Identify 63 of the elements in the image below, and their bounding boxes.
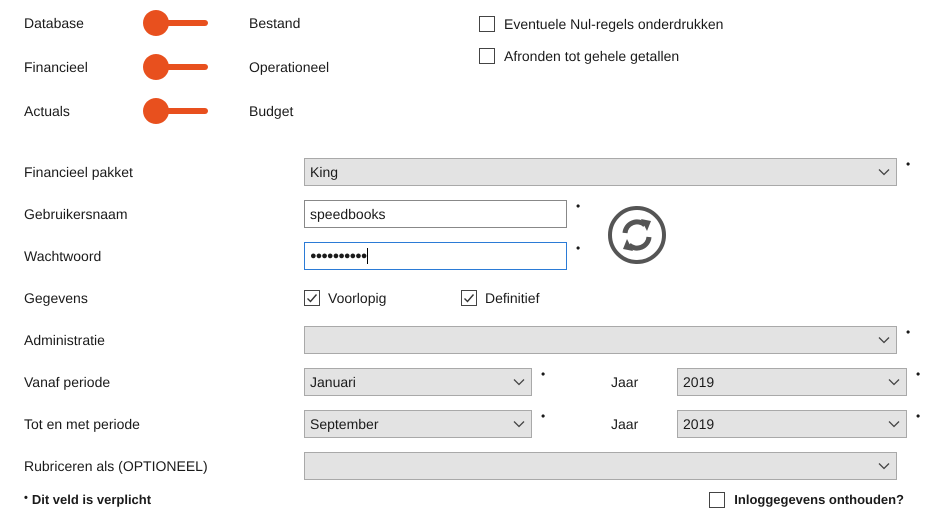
chevron-down-icon [888,378,900,386]
field-label: Tot en met periode [24,416,140,432]
checkbox[interactable] [709,492,726,508]
field-label: Jaar [611,416,638,432]
text-field[interactable]: ●●●●●●●●●● [304,242,567,270]
checkbox-label: Afronden tot gehele getallen [504,46,680,66]
checkbox-label: Voorlopig [328,288,386,308]
checkbox[interactable] [461,290,477,306]
required-mark: • [906,325,910,339]
checkbox[interactable] [479,16,495,32]
checkmark-icon [463,292,475,304]
refresh-icon[interactable] [607,205,667,265]
toggle-label: Budget [249,102,294,118]
toggle-label: Bestand [249,14,300,30]
dropdown[interactable]: King [304,158,897,186]
dropdown[interactable]: Januari [304,368,532,396]
checkmark-icon [306,292,318,304]
checkbox-label: Eventuele Nul-regels onderdrukken [504,14,724,34]
dropdown-value: September [310,416,378,432]
toggle-switch[interactable] [142,9,210,37]
toggle-switch[interactable] [142,53,210,81]
chevron-down-icon [878,336,890,344]
required-mark: • [916,367,920,381]
dropdown-value: Januari [310,374,356,390]
field-value: ●●●●●●●●●● [310,248,366,264]
field-label: Jaar [611,374,638,390]
checkbox-label: Inloggegevens onthouden? [734,491,904,509]
required-mark: • [916,409,920,423]
field-label: Administratie [24,332,105,348]
dropdown-value: King [310,164,338,180]
field-label: Vanaf periode [24,374,110,390]
required-note: Dit veld is verplicht [32,491,152,509]
toggle-switch[interactable] [142,97,210,125]
field-label: Financieel pakket [24,164,133,180]
text-field[interactable]: speedbooks [304,200,567,228]
chevron-down-icon [513,378,525,386]
field-label: Wachtwoord [24,248,102,264]
toggle-label: Actuals [24,102,70,118]
dropdown-value: 2019 [683,374,714,390]
dropdown-value: 2019 [683,416,714,432]
field-label: Gebruikersnaam [24,206,128,222]
field-value: speedbooks [310,204,386,224]
dropdown[interactable]: 2019 [677,410,907,438]
checkbox[interactable] [479,48,495,64]
chevron-down-icon [888,420,900,428]
checkbox[interactable] [304,290,320,306]
chevron-down-icon [878,168,890,176]
field-label: Rubriceren als (OPTIONEEL) [24,458,208,474]
dropdown[interactable]: September [304,410,532,438]
required-mark: • [576,199,580,213]
required-mark: • [541,409,546,423]
toggle-label: Financieel [24,58,88,74]
toggle-label: Database [24,14,84,30]
checkbox-label: Definitief [485,288,540,308]
dropdown[interactable]: 2019 [677,368,907,396]
required-mark: • [576,241,580,255]
toggle-label: Operationeel [249,58,330,74]
field-label: Gegevens [24,290,88,306]
chevron-down-icon [878,462,890,470]
chevron-down-icon [513,420,525,428]
required-mark: • [906,157,910,171]
required-mark: • [24,490,28,506]
required-mark: • [541,367,546,381]
